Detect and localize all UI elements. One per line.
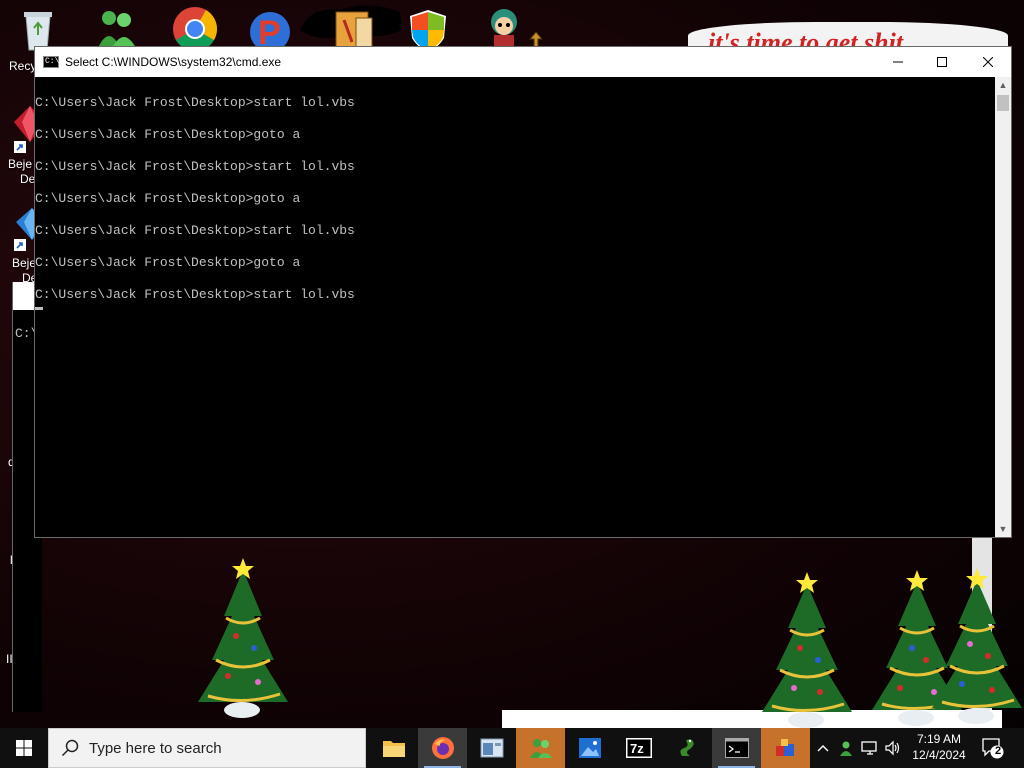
app-window-icon bbox=[480, 738, 503, 758]
notification-count-badge: 2 bbox=[994, 745, 1002, 757]
system-tray bbox=[812, 728, 904, 768]
taskbar: Type here to search 7z 7:19 AM 12/4/2024… bbox=[0, 728, 1024, 768]
anime-character-icon[interactable] bbox=[482, 4, 530, 52]
console-line: C:\Users\Jack Frost\Desktop>goto a bbox=[35, 191, 301, 206]
maximize-icon bbox=[937, 57, 947, 67]
desktop: Recy P it's time to get shit Beje De Bej… bbox=[0, 0, 1024, 728]
messenger-icon[interactable] bbox=[92, 4, 140, 52]
cmd-window[interactable]: C:\ Select C:\WINDOWS\system32\cmd.exe C… bbox=[34, 46, 1012, 538]
clock-time: 7:19 AM bbox=[916, 732, 962, 746]
maximize-button[interactable] bbox=[919, 47, 965, 77]
network-icon bbox=[861, 741, 877, 755]
messenger-taskbar-icon bbox=[529, 739, 552, 758]
clock[interactable]: 7:19 AM 12/4/2024 bbox=[904, 731, 974, 763]
bejeweled-label-1: Beje bbox=[8, 157, 33, 171]
taskbar-photos[interactable] bbox=[565, 728, 614, 768]
taskbar-file-explorer[interactable] bbox=[369, 728, 418, 768]
taskbar-firefox[interactable] bbox=[418, 728, 467, 768]
start-button[interactable] bbox=[0, 728, 48, 768]
taskbar-7zip[interactable]: 7z bbox=[614, 728, 663, 768]
christmas-tree-icon-2 bbox=[762, 572, 852, 728]
cmd-app-icon: C:\ bbox=[43, 56, 60, 68]
volume-button[interactable] bbox=[882, 728, 904, 768]
minimize-button[interactable] bbox=[875, 47, 921, 77]
taskbar-python-app[interactable] bbox=[663, 728, 712, 768]
scroll-down-arrow-icon[interactable]: ▼ bbox=[995, 521, 1011, 537]
notification-center-button[interactable]: 2 bbox=[980, 736, 1004, 760]
console-line: C:\Users\Jack Frost\Desktop>start lol.vb… bbox=[35, 287, 355, 302]
christmas-tree-icon-4 bbox=[932, 568, 1022, 724]
close-icon bbox=[983, 57, 993, 67]
text-cursor bbox=[35, 307, 43, 310]
vertical-scrollbar[interactable]: ▲ ▼ bbox=[995, 77, 1011, 537]
console-line: C:\Users\Jack Frost\Desktop>start lol.vb… bbox=[35, 159, 355, 174]
search-icon bbox=[61, 739, 79, 757]
firefox-icon bbox=[431, 737, 454, 759]
scroll-up-arrow-icon[interactable]: ▲ bbox=[995, 77, 1011, 93]
folder-icon bbox=[382, 741, 405, 757]
cmd-taskbar-icon bbox=[724, 738, 749, 758]
taskbar-toy-app[interactable] bbox=[761, 728, 810, 768]
christmas-tree-icon bbox=[198, 558, 288, 718]
search-placeholder: Type here to search bbox=[89, 739, 222, 757]
console-line: C:\Users\Jack Frost\Desktop>start lol.vb… bbox=[35, 223, 355, 238]
console-output[interactable]: C:\Users\Jack Frost\Desktop>start lol.vb… bbox=[35, 77, 995, 537]
messenger-tray-icon bbox=[840, 741, 852, 756]
toy-blocks-icon bbox=[775, 739, 794, 756]
minimize-icon bbox=[893, 61, 903, 63]
scrollbar-thumb[interactable] bbox=[997, 95, 1009, 111]
console-line: C:\Users\Jack Frost\Desktop>goto a bbox=[35, 255, 301, 270]
close-button[interactable] bbox=[965, 47, 1011, 77]
taskbar-app-window[interactable] bbox=[467, 728, 516, 768]
console-line: C:\Users\Jack Frost\Desktop>goto a bbox=[35, 127, 301, 142]
console-line: C:\Users\Jack Frost\Desktop>start lol.vb… bbox=[35, 95, 355, 110]
search-box[interactable]: Type here to search bbox=[48, 728, 366, 768]
network-button[interactable] bbox=[858, 728, 882, 768]
photos-icon bbox=[578, 738, 601, 758]
cmd-titlebar[interactable]: C:\ Select C:\WINDOWS\system32\cmd.exe bbox=[35, 47, 1011, 77]
taskbar-cmd[interactable] bbox=[712, 728, 761, 768]
windows-logo-icon bbox=[16, 740, 32, 756]
shortcut-arrow-icon bbox=[14, 141, 26, 153]
recycle-bin-label: Recy bbox=[9, 59, 37, 73]
window-title: Select C:\WINDOWS\system32\cmd.exe bbox=[65, 55, 282, 69]
7zip-icon: 7z bbox=[625, 738, 652, 758]
speaker-icon bbox=[885, 740, 900, 756]
snake-app-icon bbox=[679, 739, 694, 756]
chevron-up-icon bbox=[817, 745, 829, 752]
shortcut-arrow-icon-2 bbox=[14, 239, 26, 251]
taskbar-messenger[interactable] bbox=[516, 728, 565, 768]
clock-date: 12/4/2024 bbox=[912, 748, 966, 762]
7zip-label: 7z bbox=[630, 741, 644, 756]
tray-messenger-button[interactable] bbox=[834, 728, 858, 768]
bejeweled-label-2: Beje bbox=[12, 256, 37, 270]
show-hidden-icons-button[interactable] bbox=[812, 728, 834, 768]
